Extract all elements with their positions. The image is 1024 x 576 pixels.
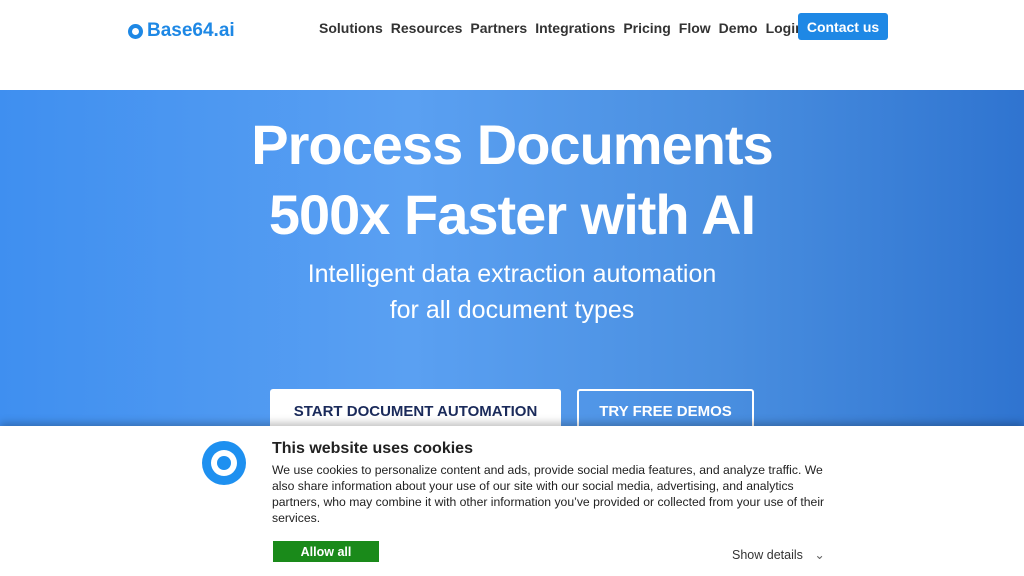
top-nav: Base64.ai Solutions Resources Partners I…	[0, 0, 1024, 90]
start-automation-button[interactable]: START DOCUMENT AUTOMATION	[270, 389, 561, 430]
nav-flow[interactable]: Flow	[679, 20, 711, 36]
nav-integrations[interactable]: Integrations	[535, 20, 615, 36]
hero-subtitle: Intelligent data extraction automation fo…	[0, 256, 1024, 328]
nav-partners[interactable]: Partners	[470, 20, 527, 36]
nav-demo[interactable]: Demo	[719, 20, 758, 36]
cookiebot-icon	[202, 441, 246, 485]
try-demos-button[interactable]: TRY FREE DEMOS	[577, 389, 754, 430]
show-details-link[interactable]: Show details ⌄	[732, 547, 825, 562]
hero-title-line2: 500x Faster with AI	[268, 183, 756, 246]
logo-icon	[128, 23, 143, 39]
hero-title: Process Documents 500x Faster with AI	[0, 110, 1024, 250]
contact-us-button[interactable]: Contact us	[798, 13, 888, 40]
hero-subtitle-line2: for all document types	[389, 296, 635, 324]
cookie-title: This website uses cookies	[272, 440, 473, 457]
logo-text: Base64.ai	[147, 20, 235, 41]
cookie-banner: This website uses cookies We use cookies…	[0, 426, 1024, 576]
hero-subtitle-line1: Intelligent data extraction automation	[307, 260, 717, 288]
hero-section: ​​ Process Documents500x Faster with AI …	[0, 90, 1024, 430]
logo[interactable]: Base64.ai	[128, 20, 235, 42]
nav-solutions[interactable]: Solutions	[319, 20, 383, 36]
show-details-label: Show details	[732, 548, 803, 562]
nav-resources[interactable]: Resources	[391, 20, 463, 36]
allow-all-button[interactable]: Allow all	[273, 541, 379, 562]
nav-pricing[interactable]: Pricing	[623, 20, 670, 36]
cookie-text: We use cookies to personalize content an…	[272, 463, 825, 525]
chevron-down-icon: ⌄	[814, 548, 825, 562]
hero-title-line1: Process Documents	[251, 113, 773, 176]
